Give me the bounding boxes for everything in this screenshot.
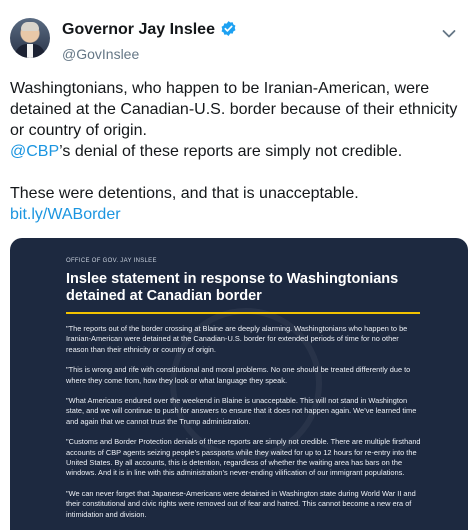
tweet-body-line1: Washingtonians, who happen to be Iranian… <box>10 80 458 139</box>
chevron-down-icon[interactable] <box>442 26 456 44</box>
mention-link[interactable]: @CBP <box>10 143 59 160</box>
author-block[interactable]: Governor Jay Inslee @GovInslee <box>62 20 237 62</box>
tweet-header: Governor Jay Inslee @GovInslee <box>10 14 460 62</box>
verified-badge-icon <box>220 20 237 42</box>
statement-content: OFFICE OF GOV. JAY INSLEE Inslee stateme… <box>66 258 421 530</box>
tweet-text: Washingtonians, who happen to be Iranian… <box>10 78 460 225</box>
statement-paragraph: "Customs and Border Protection denials o… <box>66 437 421 478</box>
tweet-link[interactable]: bit.ly/WABorder <box>10 206 121 223</box>
statement-paragraph: "What Americans endured over the weekend… <box>66 396 417 426</box>
tweet-body-line3: These were detentions, and that is unacc… <box>10 185 359 202</box>
author-name[interactable]: Governor Jay Inslee <box>62 21 215 38</box>
avatar[interactable] <box>10 18 50 58</box>
statement-paragraph: "We can never forget that Japanese-Ameri… <box>66 488 416 519</box>
statement-paragraph: "This is wrong and rife with constitutio… <box>66 365 411 385</box>
statement-title: Inslee statement in response to Washingt… <box>66 271 399 304</box>
tweet-body-line2: @CBP’s denial of these reports are simpl… <box>10 141 460 162</box>
statement-office: OFFICE OF GOV. JAY INSLEE <box>66 258 157 264</box>
tweet-body-line2-rest: ’s denial of these reports are simply no… <box>59 143 403 160</box>
statement-paragraph: "The reports out of the border crossing … <box>66 324 408 354</box>
title-divider <box>66 312 420 314</box>
author-handle[interactable]: @GovInslee <box>62 46 237 62</box>
statement-image[interactable]: OFFICE OF GOV. JAY INSLEE Inslee stateme… <box>10 238 468 530</box>
